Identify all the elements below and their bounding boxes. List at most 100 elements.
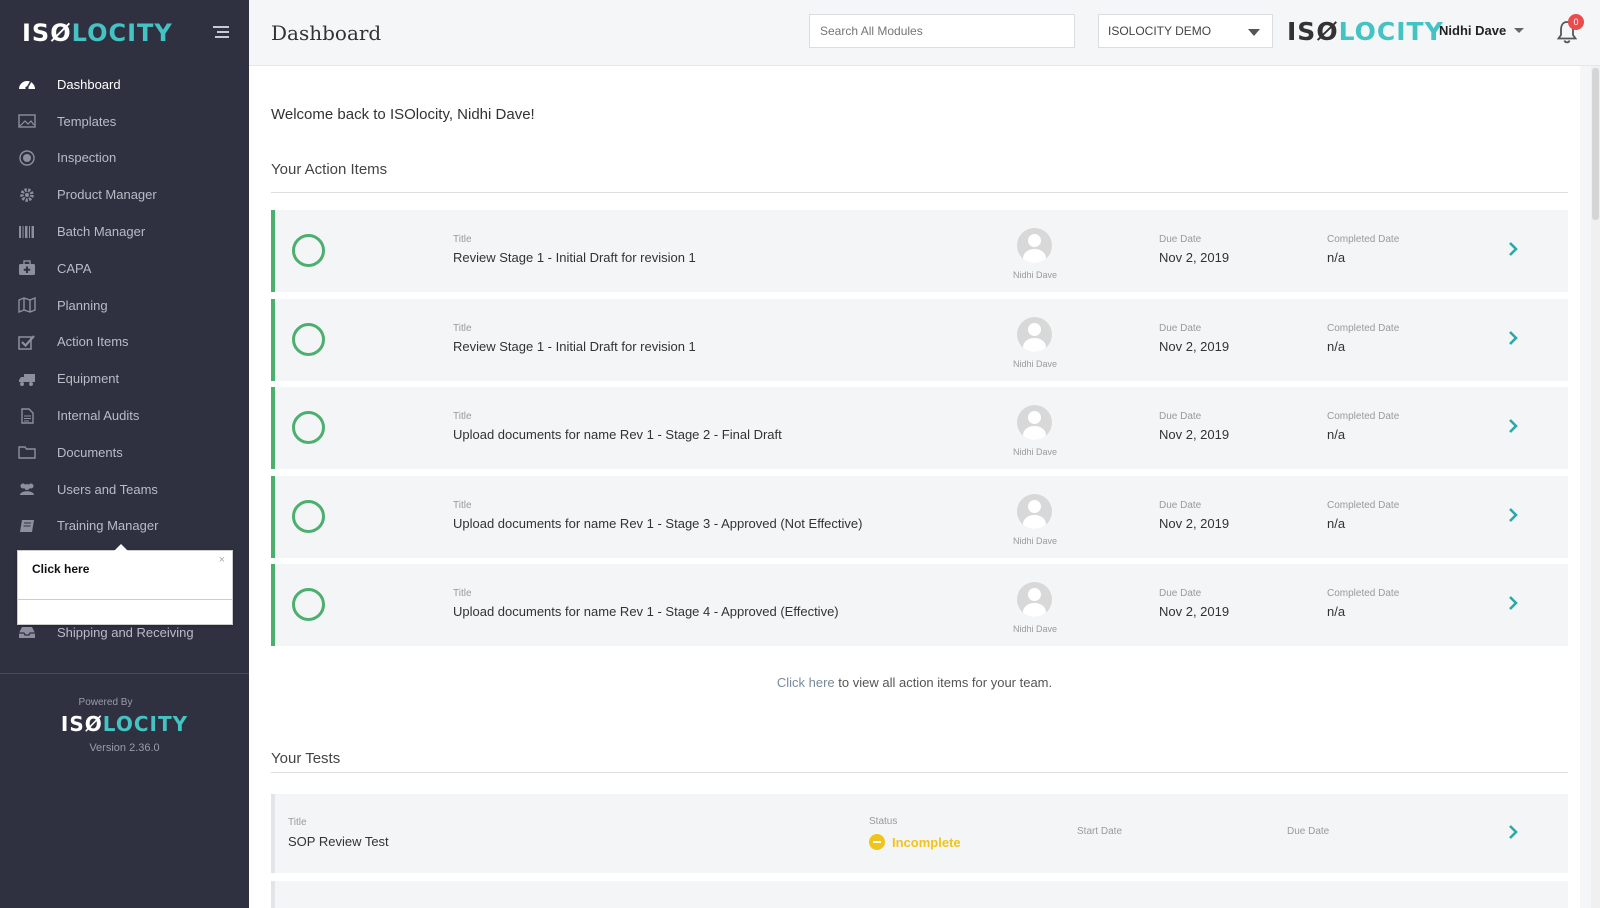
sidebar-item-label: Inspection bbox=[57, 150, 117, 166]
action-title-label: Title bbox=[453, 499, 472, 511]
sidebar-item-templates[interactable]: Templates bbox=[0, 103, 249, 140]
sidebar-item-shipping[interactable]: Shipping and Receiving bbox=[0, 614, 249, 650]
assignee-name: Nidhi Dave bbox=[1013, 447, 1058, 458]
organization-select[interactable]: ISOLOCITY DEMO bbox=[1098, 14, 1273, 48]
action-item-card[interactable]: Title Review Stage 1 - Initial Draft for … bbox=[271, 210, 1568, 292]
chevron-right-icon[interactable] bbox=[1507, 418, 1519, 434]
chevron-right-icon[interactable] bbox=[1507, 330, 1519, 346]
powered-by-label: Powered By bbox=[78, 697, 133, 708]
action-title-label: Title bbox=[453, 322, 472, 334]
sidebar-item-label: CAPA bbox=[57, 260, 92, 276]
action-items-heading: Your Action Items bbox=[271, 161, 388, 178]
avatar bbox=[1017, 405, 1052, 441]
sidebar-item-inspection[interactable]: Inspection bbox=[0, 140, 249, 177]
chevron-right-icon[interactable] bbox=[1507, 241, 1519, 257]
status-circle-icon[interactable] bbox=[292, 411, 325, 445]
sidebar-item-action-items[interactable]: Action Items bbox=[0, 324, 249, 361]
action-item-card[interactable]: Title Upload documents for name Rev 1 - S… bbox=[271, 387, 1568, 470]
completed-date-value: n/a bbox=[1327, 250, 1346, 265]
due-date-label: Due Date bbox=[1159, 588, 1202, 600]
avatar bbox=[1017, 228, 1052, 263]
section-divider bbox=[271, 772, 1568, 773]
sidebar-header: ISØLOCITY bbox=[0, 0, 249, 66]
logo-o-glyph: Ø bbox=[84, 712, 103, 736]
sidebar-item-label: Batch Manager bbox=[57, 224, 146, 240]
status-circle-icon[interactable] bbox=[292, 499, 325, 533]
test-card[interactable]: Title SOP Review Test Status Incomplete … bbox=[271, 794, 1568, 873]
sidebar-item-internal-audits[interactable]: Internal Audits bbox=[0, 397, 249, 434]
completed-date-label: Completed Date bbox=[1327, 234, 1400, 245]
sidebar-item-label: Shipping and Receiving bbox=[57, 624, 194, 640]
chevron-right-icon[interactable] bbox=[1507, 824, 1519, 840]
completed-date-value: n/a bbox=[1327, 515, 1346, 531]
welcome-message: Welcome back to ISOlocity, Nidhi Dave! bbox=[271, 106, 535, 123]
menu-toggle-icon[interactable] bbox=[213, 26, 229, 38]
sidebar-item-capa[interactable]: CAPA bbox=[0, 250, 249, 287]
action-item-card[interactable]: Title Upload documents for name Rev 1 - S… bbox=[271, 564, 1568, 647]
team-action-items-link[interactable]: Click here bbox=[777, 675, 835, 690]
logo-o-glyph: Ø bbox=[50, 19, 72, 47]
logo-iso-text: IS bbox=[60, 712, 85, 736]
sidebar-item-planning[interactable]: Planning bbox=[0, 287, 249, 324]
sidebar-item-training-manager[interactable]: Training Manager bbox=[0, 508, 249, 545]
tests-heading: Your Tests bbox=[271, 750, 341, 767]
sidebar-item-label: Users and Teams bbox=[57, 481, 158, 497]
search-input[interactable] bbox=[809, 14, 1075, 48]
logo-ocity-text: LOCITY bbox=[102, 712, 189, 736]
tooltip-divider bbox=[18, 599, 232, 600]
footer-logo: ISØLOCITY bbox=[0, 712, 249, 736]
sidebar-item-label: Dashboard bbox=[57, 76, 121, 92]
sidebar-item-label: Training Manager bbox=[57, 518, 159, 534]
status-circle-icon[interactable] bbox=[292, 588, 325, 622]
sidebar: ISØLOCITY Dashboard Templates Inspection Pr… bbox=[0, 0, 249, 908]
action-item-card[interactable]: Title Review Stage 1 - Initial Draft for … bbox=[271, 298, 1568, 381]
image-icon bbox=[18, 113, 36, 129]
sidebar-logo[interactable]: ISØLOCITY bbox=[22, 19, 173, 47]
logo-ocity-text: LOCITY bbox=[71, 19, 173, 47]
logo-iso-text: IS bbox=[22, 19, 51, 47]
test-due-date-label: Due Date bbox=[1287, 826, 1330, 837]
due-date-label: Due Date bbox=[1159, 234, 1202, 245]
test-card[interactable] bbox=[271, 881, 1568, 908]
sidebar-item-product-manager[interactable]: Product Manager bbox=[0, 176, 249, 213]
medkit-icon bbox=[18, 260, 36, 276]
avatar bbox=[1017, 582, 1052, 618]
completed-date-label: Completed Date bbox=[1327, 322, 1400, 334]
status-circle-icon[interactable] bbox=[292, 234, 325, 267]
sidebar-item-documents[interactable]: Documents bbox=[0, 434, 249, 471]
action-title: Review Stage 1 - Initial Draft for revis… bbox=[453, 338, 696, 354]
folder-icon bbox=[18, 444, 36, 460]
sidebar-item-label: Product Manager bbox=[57, 187, 157, 203]
map-icon bbox=[18, 297, 36, 314]
assignee-name: Nidhi Dave bbox=[1013, 358, 1058, 369]
target-icon bbox=[18, 150, 36, 166]
organization-select-value: ISOLOCITY DEMO bbox=[1108, 24, 1212, 38]
sidebar-item-equipment[interactable]: Equipment bbox=[0, 360, 249, 397]
action-item-card[interactable]: Title Upload documents for name Rev 1 - S… bbox=[271, 475, 1568, 558]
status-circle-icon[interactable] bbox=[292, 322, 325, 356]
logo-ocity-text: LOCITY bbox=[1338, 17, 1444, 46]
tooltip-title[interactable]: Click here bbox=[32, 562, 89, 576]
scrollbar-thumb[interactable] bbox=[1592, 68, 1599, 220]
completed-date-value: n/a bbox=[1327, 604, 1346, 620]
due-date-label: Due Date bbox=[1159, 499, 1202, 511]
test-status: Incomplete bbox=[892, 835, 961, 850]
chevron-right-icon[interactable] bbox=[1507, 507, 1519, 523]
sidebar-nav: Dashboard Templates Inspection Product Mana… bbox=[0, 66, 249, 544]
avatar bbox=[1017, 316, 1052, 352]
version-label: Version 2.36.0 bbox=[89, 742, 160, 754]
user-menu[interactable]: Nidhi Dave bbox=[1439, 23, 1525, 38]
user-name: Nidhi Dave bbox=[1439, 23, 1507, 38]
completed-date-label: Completed Date bbox=[1327, 588, 1400, 600]
caret-down-icon bbox=[1248, 29, 1260, 36]
sidebar-item-users-and-teams[interactable]: Users and Teams bbox=[0, 471, 249, 508]
action-title-label: Title bbox=[453, 234, 472, 245]
sidebar-item-dashboard[interactable]: Dashboard bbox=[0, 66, 249, 103]
chevron-right-icon[interactable] bbox=[1507, 595, 1519, 611]
test-status-label: Status bbox=[869, 816, 898, 827]
barcode-icon bbox=[18, 224, 36, 240]
assignee-name: Nidhi Dave bbox=[1013, 624, 1058, 635]
tooltip-close-icon[interactable]: × bbox=[219, 554, 225, 566]
sidebar-item-batch-manager[interactable]: Batch Manager bbox=[0, 213, 249, 250]
logo-iso-text: IS bbox=[1287, 17, 1317, 46]
